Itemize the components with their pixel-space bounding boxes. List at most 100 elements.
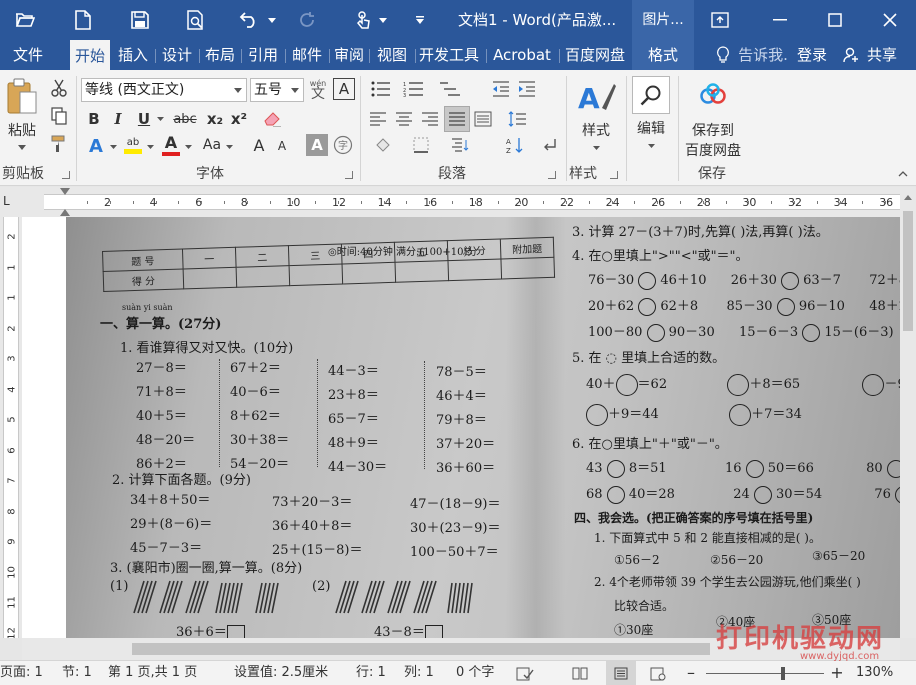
touch-dropdown-icon[interactable] [376,0,390,40]
tab-mailings[interactable]: 邮件 [288,40,326,70]
text-effects-icon[interactable]: A [84,134,108,158]
underline-dropdown-icon[interactable] [155,110,165,128]
distributed-icon[interactable] [472,108,494,130]
editing-dropdown-icon[interactable] [646,142,656,150]
redo-icon[interactable] [294,0,320,40]
document-page[interactable]: ◎时间:40分钟 满分:(100+10)分 题 号 一 二 三 四 五 总 分 … [22,217,900,638]
share-button[interactable]: 共享 [862,40,902,70]
grow-font-button[interactable]: A [248,134,270,156]
clipboard-launcher-icon[interactable] [62,171,70,179]
read-mode-icon[interactable] [572,661,592,685]
text-effects-dropdown-icon[interactable] [108,140,118,154]
styles-dropdown-icon[interactable] [591,144,601,152]
tab-home[interactable]: 开始 [70,40,110,70]
tab-insert[interactable]: 插入 [114,40,152,70]
paste-dropdown-icon[interactable] [17,142,27,152]
status-column[interactable]: 列: 1 [404,661,434,685]
status-line[interactable]: 行: 1 [356,661,386,685]
bold-button[interactable]: B [84,108,104,130]
zoom-slider-track[interactable] [706,673,824,674]
horizontal-ruler[interactable]: 2 4 6 8 10 12 14 16 18 20 22 24 26 28 30 32 34 36 [44,194,900,210]
status-section[interactable]: 节: 1 [62,661,92,685]
show-marks-icon[interactable] [538,134,560,156]
first-line-indent-marker[interactable] [60,188,70,195]
hanging-indent-marker[interactable] [60,209,70,216]
character-shading-icon[interactable]: A [306,134,328,156]
strikethrough-button[interactable]: abc [170,108,200,130]
cut-icon[interactable] [48,78,70,98]
close-icon[interactable] [870,0,910,40]
styles-gallery-icon[interactable]: A [574,76,618,120]
status-page-count[interactable]: 第 1 页,共 1 页 [108,661,197,685]
format-painter-icon[interactable] [48,134,70,154]
font-launcher-icon[interactable] [345,171,353,179]
bullets-icon[interactable] [368,78,394,100]
status-page[interactable]: 页面: 1 [0,661,43,685]
status-setting[interactable]: 设置值: 2.5厘米 [234,661,328,685]
decrease-indent-icon[interactable] [490,78,512,100]
tab-acrobat[interactable]: Acrobat [490,40,554,70]
tab-view[interactable]: 视图 [372,40,412,70]
customize-icon[interactable] [412,0,428,40]
character-border-icon[interactable]: A [333,78,355,100]
vertical-scroll-thumb[interactable] [903,211,913,331]
worksheet-photo[interactable]: ◎时间:40分钟 满分:(100+10)分 题 号 一 二 三 四 五 总 分 … [66,217,900,638]
tab-references[interactable]: 引用 [244,40,282,70]
copy-icon[interactable] [48,106,70,126]
align-center-icon[interactable] [394,108,414,130]
minimize-icon[interactable] [760,0,800,40]
change-case-dropdown-icon[interactable] [224,140,234,154]
font-color-dropdown-icon[interactable] [183,140,193,154]
save-to-baidu-line1[interactable]: 保存到 [680,120,746,140]
save-to-baidu-line2[interactable]: 百度网盘 [680,140,746,160]
vertical-ruler-scale[interactable]: 2 1 1 2 3 4 5 6 7 8 9 10 11 12 [3,217,19,638]
web-layout-icon[interactable] [650,661,670,685]
chinese-layout-icon[interactable] [448,134,474,156]
align-left-icon[interactable] [368,108,388,130]
tell-me-input[interactable]: 告诉我. [734,40,792,70]
touch-icon[interactable] [350,0,376,40]
undo-dropdown-icon[interactable] [264,0,280,40]
paste-label[interactable]: 粘贴 [4,120,40,140]
font-name-combo[interactable]: 等线 (西文正文) [81,78,247,102]
enclose-characters-icon[interactable]: 字 [332,134,354,156]
open-folder-icon[interactable] [10,0,40,40]
zoom-in-button[interactable]: + [830,661,844,685]
tab-layout[interactable]: 布局 [202,40,238,70]
underline-button[interactable]: U [134,108,154,130]
tab-design[interactable]: 设计 [158,40,196,70]
vertical-scrollbar[interactable] [900,187,916,638]
change-case-button[interactable]: Aa [200,134,224,156]
tab-selector[interactable]: L [3,195,15,207]
clear-formatting-icon[interactable] [262,108,284,130]
styles-button[interactable]: 样式 [574,120,618,140]
tab-review[interactable]: 审阅 [332,40,366,70]
save-icon[interactable] [127,0,153,40]
borders-icon[interactable] [410,134,432,156]
tab-baidu-netdisk[interactable]: 百度网盘 [562,40,628,70]
align-right-icon[interactable] [420,108,440,130]
horizontal-scroll-thumb[interactable] [132,643,710,655]
maximize-icon[interactable] [815,0,855,40]
highlight-dropdown-icon[interactable] [145,140,155,154]
sign-in-link[interactable]: 登录 [794,40,830,70]
font-color-icon[interactable]: A [160,132,182,158]
print-preview-icon[interactable] [183,0,209,40]
ribbon-display-icon[interactable] [700,0,740,40]
tab-file[interactable]: 文件 [8,40,48,70]
collapse-ribbon-icon[interactable] [896,168,910,180]
proofing-icon[interactable] [516,661,538,685]
new-doc-icon[interactable] [70,0,96,40]
tab-developer[interactable]: 开发工具 [417,40,481,70]
undo-icon[interactable] [236,0,262,40]
paragraph-launcher-icon[interactable] [548,171,556,179]
sort-icon[interactable]: AZ [504,134,526,156]
font-size-combo[interactable]: 五号 [250,78,304,102]
multilevel-list-icon[interactable] [436,78,464,100]
baidu-netdisk-icon[interactable] [696,80,730,108]
zoom-slider-thumb[interactable] [781,667,785,680]
shading-icon[interactable] [372,134,394,156]
increase-indent-icon[interactable] [516,78,538,100]
line-spacing-icon[interactable] [506,108,528,130]
subscript-button[interactable]: x₂ [204,108,226,130]
